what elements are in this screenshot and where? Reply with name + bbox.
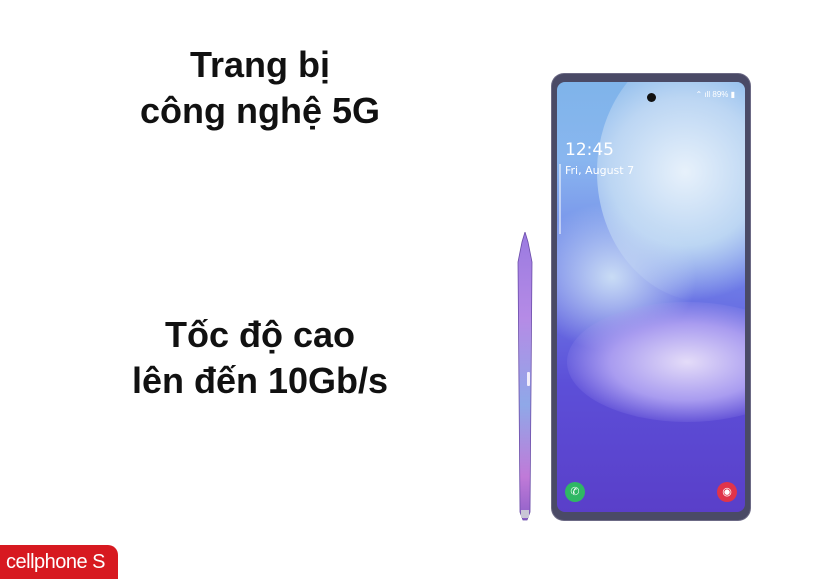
phone-date: Fri, August 7	[565, 164, 635, 177]
headline-speed-line2: lên đến 10Gb/s	[131, 360, 389, 401]
phone-icon: ✆	[565, 482, 585, 502]
stylus-pen-image	[517, 232, 533, 521]
promo-banner: Trang bị công nghệ 5G Tốc độ cao lên đến…	[0, 0, 840, 579]
headline-speed: Tốc độ cao lên đến 10Gb/s	[60, 312, 460, 404]
phone-screen: ⌃ ıll 89% ▮ 12:45 Fri, August 7 ✆ ◉	[557, 82, 745, 512]
phone-clock: 12:45	[565, 140, 614, 160]
headline-5g: Trang bị công nghệ 5G	[60, 42, 460, 134]
phone-status-bar: ⌃ ıll 89% ▮	[695, 90, 735, 99]
headline-5g-line1: Trang bị	[189, 44, 330, 85]
front-camera	[647, 93, 656, 102]
headline-speed-line1: Tốc độ cao	[164, 314, 356, 355]
camera-icon: ◉	[717, 482, 737, 502]
cellphones-logo: cellphone S	[0, 545, 118, 579]
headline-5g-line2: công nghệ 5G	[139, 90, 380, 131]
phone-image: ⌃ ıll 89% ▮ 12:45 Fri, August 7 ✆ ◉	[552, 74, 750, 520]
